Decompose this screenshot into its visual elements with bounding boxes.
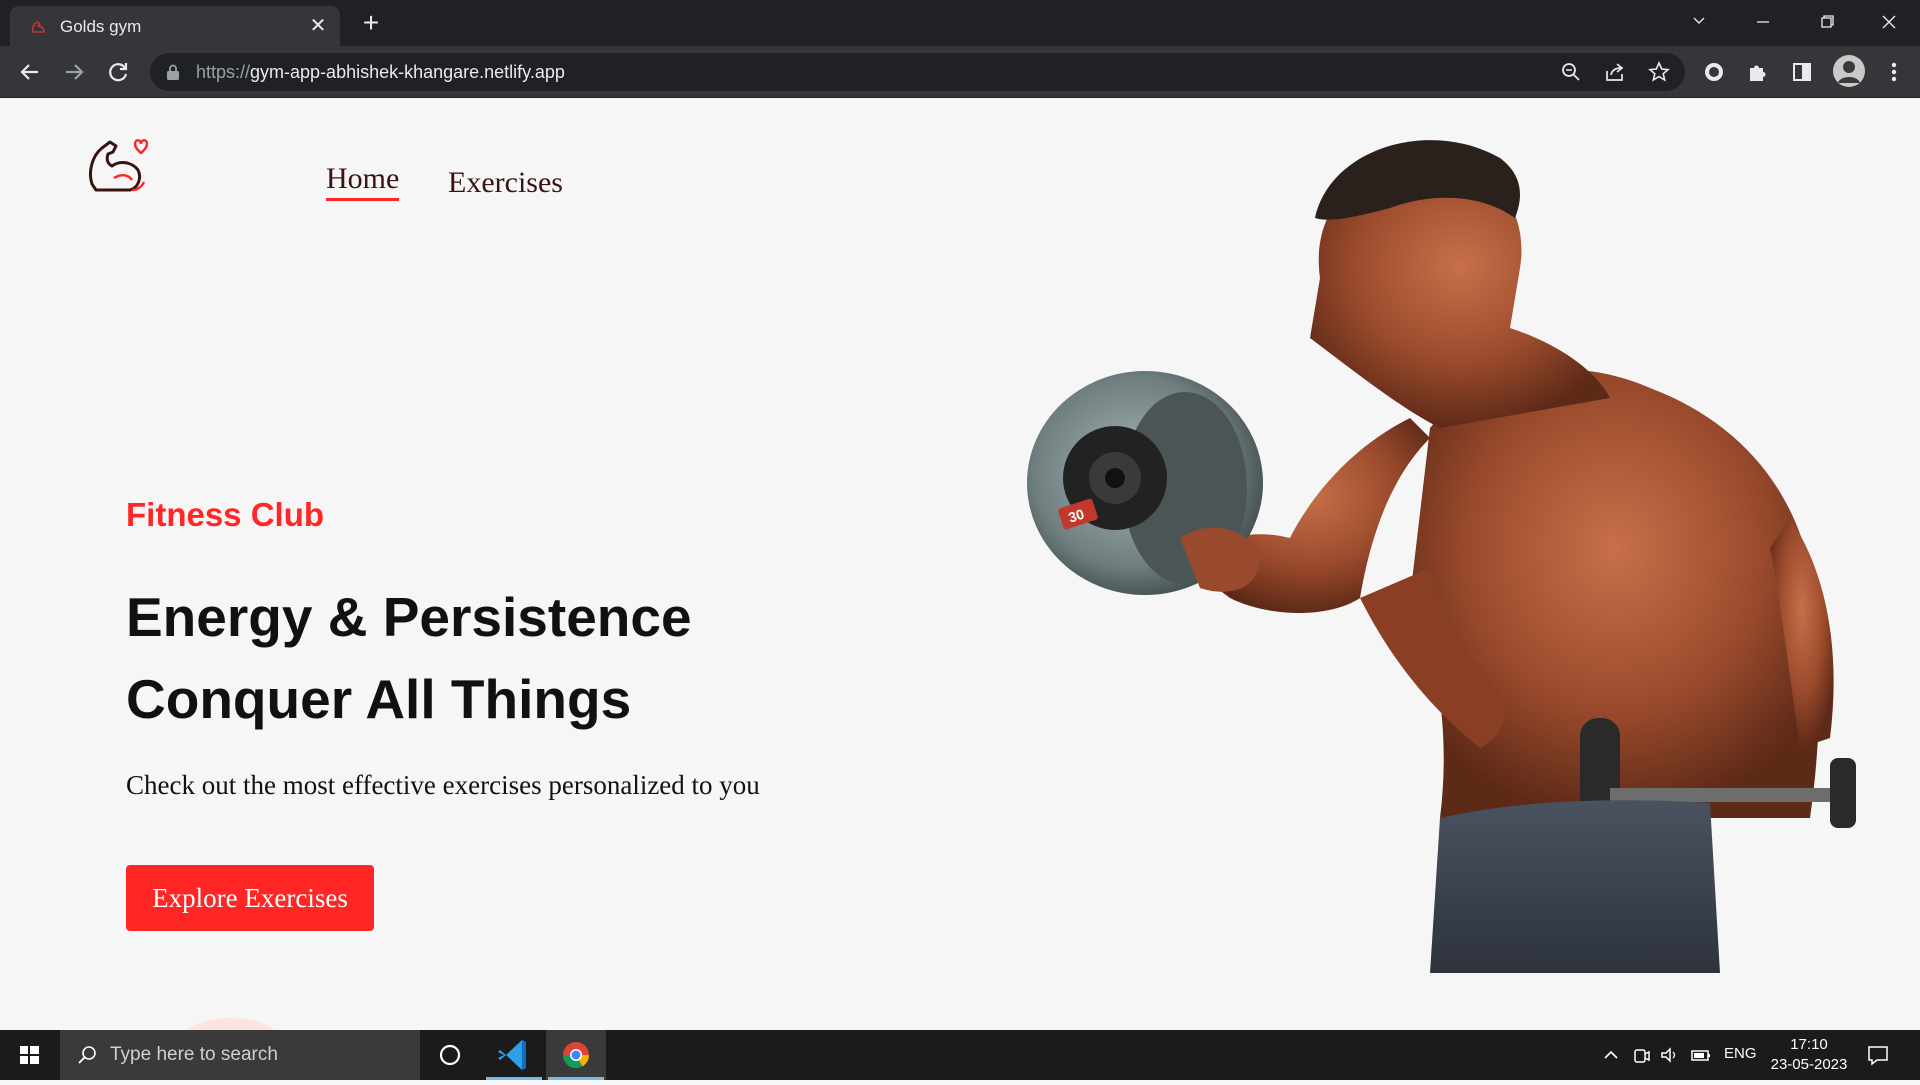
- hero-title-line-2: Conquer All Things: [126, 668, 632, 730]
- hero-description: Check out the most effective exercises p…: [126, 770, 760, 800]
- hero-bodybuilder-image: 30: [1027, 140, 1856, 973]
- taskbar-search-box[interactable]: Type here to search: [60, 1030, 420, 1080]
- chrome-taskbar-item[interactable]: [546, 1030, 606, 1080]
- browser-toolbar: https://gym-app-abhishek-khangare.netlif…: [0, 46, 1920, 98]
- browser-tabstrip: Golds gym ✕ +: [0, 0, 1920, 46]
- windows-start-icon[interactable]: [0, 1030, 60, 1080]
- close-window-icon[interactable]: [1866, 8, 1912, 36]
- reload-icon[interactable]: [104, 58, 132, 86]
- tray-overflow-icon[interactable]: [1600, 1044, 1622, 1066]
- nav-home-link[interactable]: Home: [326, 164, 400, 201]
- tab-close-icon[interactable]: ✕: [308, 16, 328, 36]
- clock-time: 17:10: [1790, 1036, 1828, 1053]
- battery-icon[interactable]: [1690, 1044, 1712, 1066]
- zoom-icon[interactable]: [1560, 61, 1582, 83]
- profile-avatar[interactable]: [1832, 54, 1866, 88]
- back-icon[interactable]: [16, 58, 44, 86]
- tab-search-icon[interactable]: [1676, 8, 1722, 36]
- notification-center-icon[interactable]: [1866, 1044, 1890, 1066]
- meet-now-icon[interactable]: [1630, 1044, 1652, 1066]
- language-indicator[interactable]: ENG: [1724, 1045, 1757, 1062]
- minimize-icon[interactable]: [1740, 8, 1786, 36]
- new-tab-button[interactable]: +: [358, 9, 384, 37]
- clock-date: 23-05-2023: [1770, 1056, 1848, 1073]
- volume-icon[interactable]: [1658, 1044, 1680, 1066]
- decorative-blob: [176, 1018, 286, 1030]
- url-text[interactable]: https://gym-app-abhishek-khangare.netlif…: [196, 62, 565, 83]
- forward-icon[interactable]: [60, 58, 88, 86]
- side-panel-icon[interactable]: [1788, 58, 1816, 86]
- more-menu-icon[interactable]: [1880, 58, 1908, 86]
- address-bar[interactable]: https://gym-app-abhishek-khangare.netlif…: [150, 53, 1685, 91]
- search-placeholder: Type here to search: [110, 1044, 278, 1065]
- bookmark-star-icon[interactable]: [1648, 61, 1670, 83]
- browser-tab[interactable]: Golds gym ✕: [10, 6, 340, 46]
- share-icon[interactable]: [1604, 61, 1626, 83]
- hero-title-line-1: Energy & Persistence: [126, 586, 692, 648]
- vscode-icon: [498, 1040, 526, 1070]
- task-view-icon[interactable]: [420, 1030, 480, 1080]
- vscode-taskbar-item[interactable]: [484, 1030, 544, 1080]
- extension-github-icon[interactable]: [1700, 58, 1728, 86]
- tab-title: Golds gym: [60, 17, 142, 36]
- hero-title: Energy & Persistence Conquer All Things: [126, 576, 886, 740]
- chrome-icon: [562, 1042, 590, 1069]
- explore-exercises-button[interactable]: Explore Exercises: [126, 865, 374, 931]
- page-content: Home Exercises Fitness Club Energy & Per…: [0, 98, 1920, 1030]
- search-icon: [78, 1046, 96, 1064]
- extensions-puzzle-icon[interactable]: [1744, 58, 1772, 86]
- windows-taskbar: Type here to search ENG 17:10 23-05-2023: [0, 1030, 1920, 1080]
- gym-logo-icon[interactable]: [86, 134, 154, 198]
- hero-subtitle: Fitness Club: [126, 496, 325, 533]
- gym-favicon-icon: [31, 21, 45, 33]
- nav-exercises-link[interactable]: Exercises: [448, 168, 563, 198]
- system-clock[interactable]: 17:10 23-05-2023: [1766, 1035, 1852, 1075]
- restore-icon[interactable]: [1804, 8, 1850, 36]
- lock-icon[interactable]: [166, 64, 180, 80]
